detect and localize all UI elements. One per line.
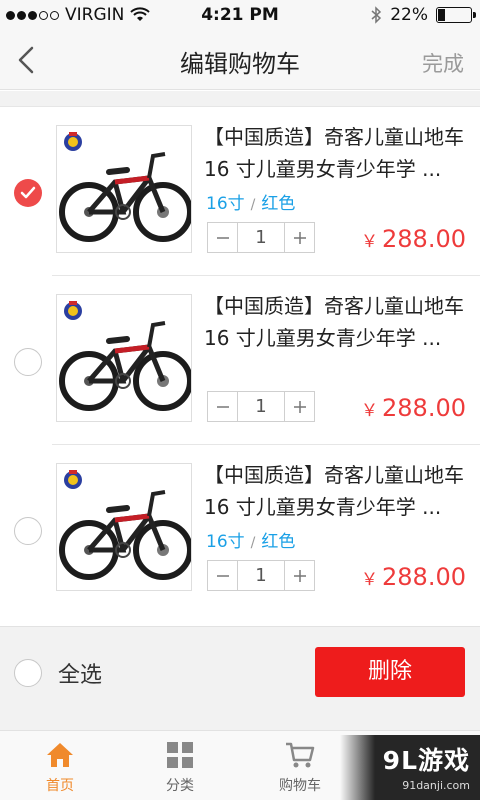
bicycle-image	[59, 301, 191, 411]
plus-icon	[293, 569, 306, 582]
currency-symbol: ￥	[361, 401, 379, 421]
status-right: 22%	[370, 5, 476, 25]
product-image[interactable]	[56, 463, 192, 591]
quantity-stepper: 1	[207, 222, 315, 253]
decrease-quantity-button[interactable]	[208, 392, 238, 421]
decrease-quantity-button[interactable]	[208, 561, 238, 590]
variant-size: 16寸	[206, 532, 245, 552]
quantity-value[interactable]: 1	[238, 392, 284, 421]
tab-cart[interactable]: 购物车	[255, 739, 345, 795]
minus-icon	[216, 574, 229, 577]
nav-bar: 编辑购物车 完成	[0, 30, 480, 90]
product-title[interactable]: 【中国质造】奇客儿童山地车 16 寸儿童男女青少年学 ...	[204, 290, 474, 354]
plus-icon	[293, 400, 306, 413]
bicycle-image	[59, 132, 191, 242]
product-title[interactable]: 【中国质造】奇客儿童山地车 16 寸儿童男女青少年学 ...	[204, 459, 474, 523]
variant-size: 16寸	[206, 194, 245, 214]
home-icon	[47, 743, 73, 767]
list-gap	[0, 91, 480, 107]
cart-icon	[286, 742, 315, 768]
item-price: ￥ 288.00	[361, 563, 466, 591]
grid-icon	[167, 742, 193, 768]
price-value: 288.00	[382, 225, 466, 253]
product-title-line2: 16 寸儿童男女青少年学 ...	[204, 157, 442, 181]
item-price: ￥ 288.00	[361, 225, 466, 253]
decrease-quantity-button[interactable]	[208, 223, 238, 252]
cart-item: 【中国质造】奇客儿童山地车 16 寸儿童男女青少年学 ... 16寸 / 红色 1 …	[0, 445, 480, 614]
product-title-line1: 【中国质造】奇客儿童山地车	[204, 463, 464, 487]
tab-category[interactable]: 分类	[135, 739, 225, 795]
battery-percent: 22%	[390, 5, 428, 25]
product-variant[interactable]: 16寸 / 红色	[206, 527, 295, 552]
watermark-main: 9L游戏	[382, 746, 470, 775]
product-variant[interactable]: 16寸 / 红色	[206, 189, 295, 214]
item-select-checkbox[interactable]	[14, 517, 42, 545]
item-select-checkbox[interactable]	[14, 348, 42, 376]
increase-quantity-button[interactable]	[284, 392, 314, 421]
product-title-line1: 【中国质造】奇客儿童山地车	[204, 125, 464, 149]
status-bar: VIRGIN 4:21 PM 22%	[0, 0, 480, 30]
bluetooth-icon	[371, 6, 382, 24]
page-title: 编辑购物车	[180, 50, 300, 78]
plus-icon	[293, 231, 306, 244]
minus-icon	[216, 236, 229, 239]
product-title-line2: 16 寸儿童男女青少年学 ...	[204, 495, 442, 519]
product-image[interactable]	[56, 294, 192, 422]
item-price: ￥ 288.00	[361, 394, 466, 422]
watermark-logo: 9L游戏 91danji.com	[340, 735, 480, 800]
delete-button[interactable]: 删除	[315, 647, 465, 697]
quantity-value[interactable]: 1	[238, 561, 284, 590]
variant-color: 红色	[261, 194, 296, 214]
watermark-sub: 91danji.com	[402, 779, 470, 792]
tab-label: 购物车	[279, 778, 321, 794]
quantity-stepper: 1	[207, 560, 315, 591]
bicycle-image	[59, 470, 191, 580]
checkmark-icon	[20, 186, 36, 199]
tab-label: 分类	[166, 778, 194, 794]
action-bar: 全选 删除	[0, 626, 480, 730]
increase-quantity-button[interactable]	[284, 561, 314, 590]
quantity-value[interactable]: 1	[238, 223, 284, 252]
product-title-line1: 【中国质造】奇客儿童山地车	[204, 294, 464, 318]
tab-label: 首页	[46, 778, 74, 794]
currency-symbol: ￥	[361, 570, 379, 590]
cart-item: 【中国质造】奇客儿童山地车 16 寸儿童男女青少年学 ... 1 ￥ 288.00	[0, 276, 480, 445]
product-title[interactable]: 【中国质造】奇客儿童山地车 16 寸儿童男女青少年学 ...	[204, 121, 474, 185]
select-all-checkbox[interactable]	[14, 659, 42, 687]
battery-icon	[436, 7, 476, 23]
select-all-label[interactable]: 全选	[58, 657, 102, 689]
cart-list: 【中国质造】奇客儿童山地车 16 寸儿童男女青少年学 ... 16寸 / 红色 1 …	[0, 91, 480, 625]
tab-home[interactable]: 首页	[15, 739, 105, 795]
increase-quantity-button[interactable]	[284, 223, 314, 252]
quantity-stepper: 1	[207, 391, 315, 422]
variant-color: 红色	[261, 532, 296, 552]
price-value: 288.00	[382, 394, 466, 422]
price-value: 288.00	[382, 563, 466, 591]
product-title-line2: 16 寸儿童男女青少年学 ...	[204, 326, 442, 350]
minus-icon	[216, 405, 229, 408]
done-button[interactable]: 完成	[422, 48, 464, 78]
currency-symbol: ￥	[361, 232, 379, 252]
cart-item: 【中国质造】奇客儿童山地车 16 寸儿童男女青少年学 ... 16寸 / 红色 1 …	[0, 107, 480, 276]
item-select-checkbox[interactable]	[14, 179, 42, 207]
product-image[interactable]	[56, 125, 192, 253]
